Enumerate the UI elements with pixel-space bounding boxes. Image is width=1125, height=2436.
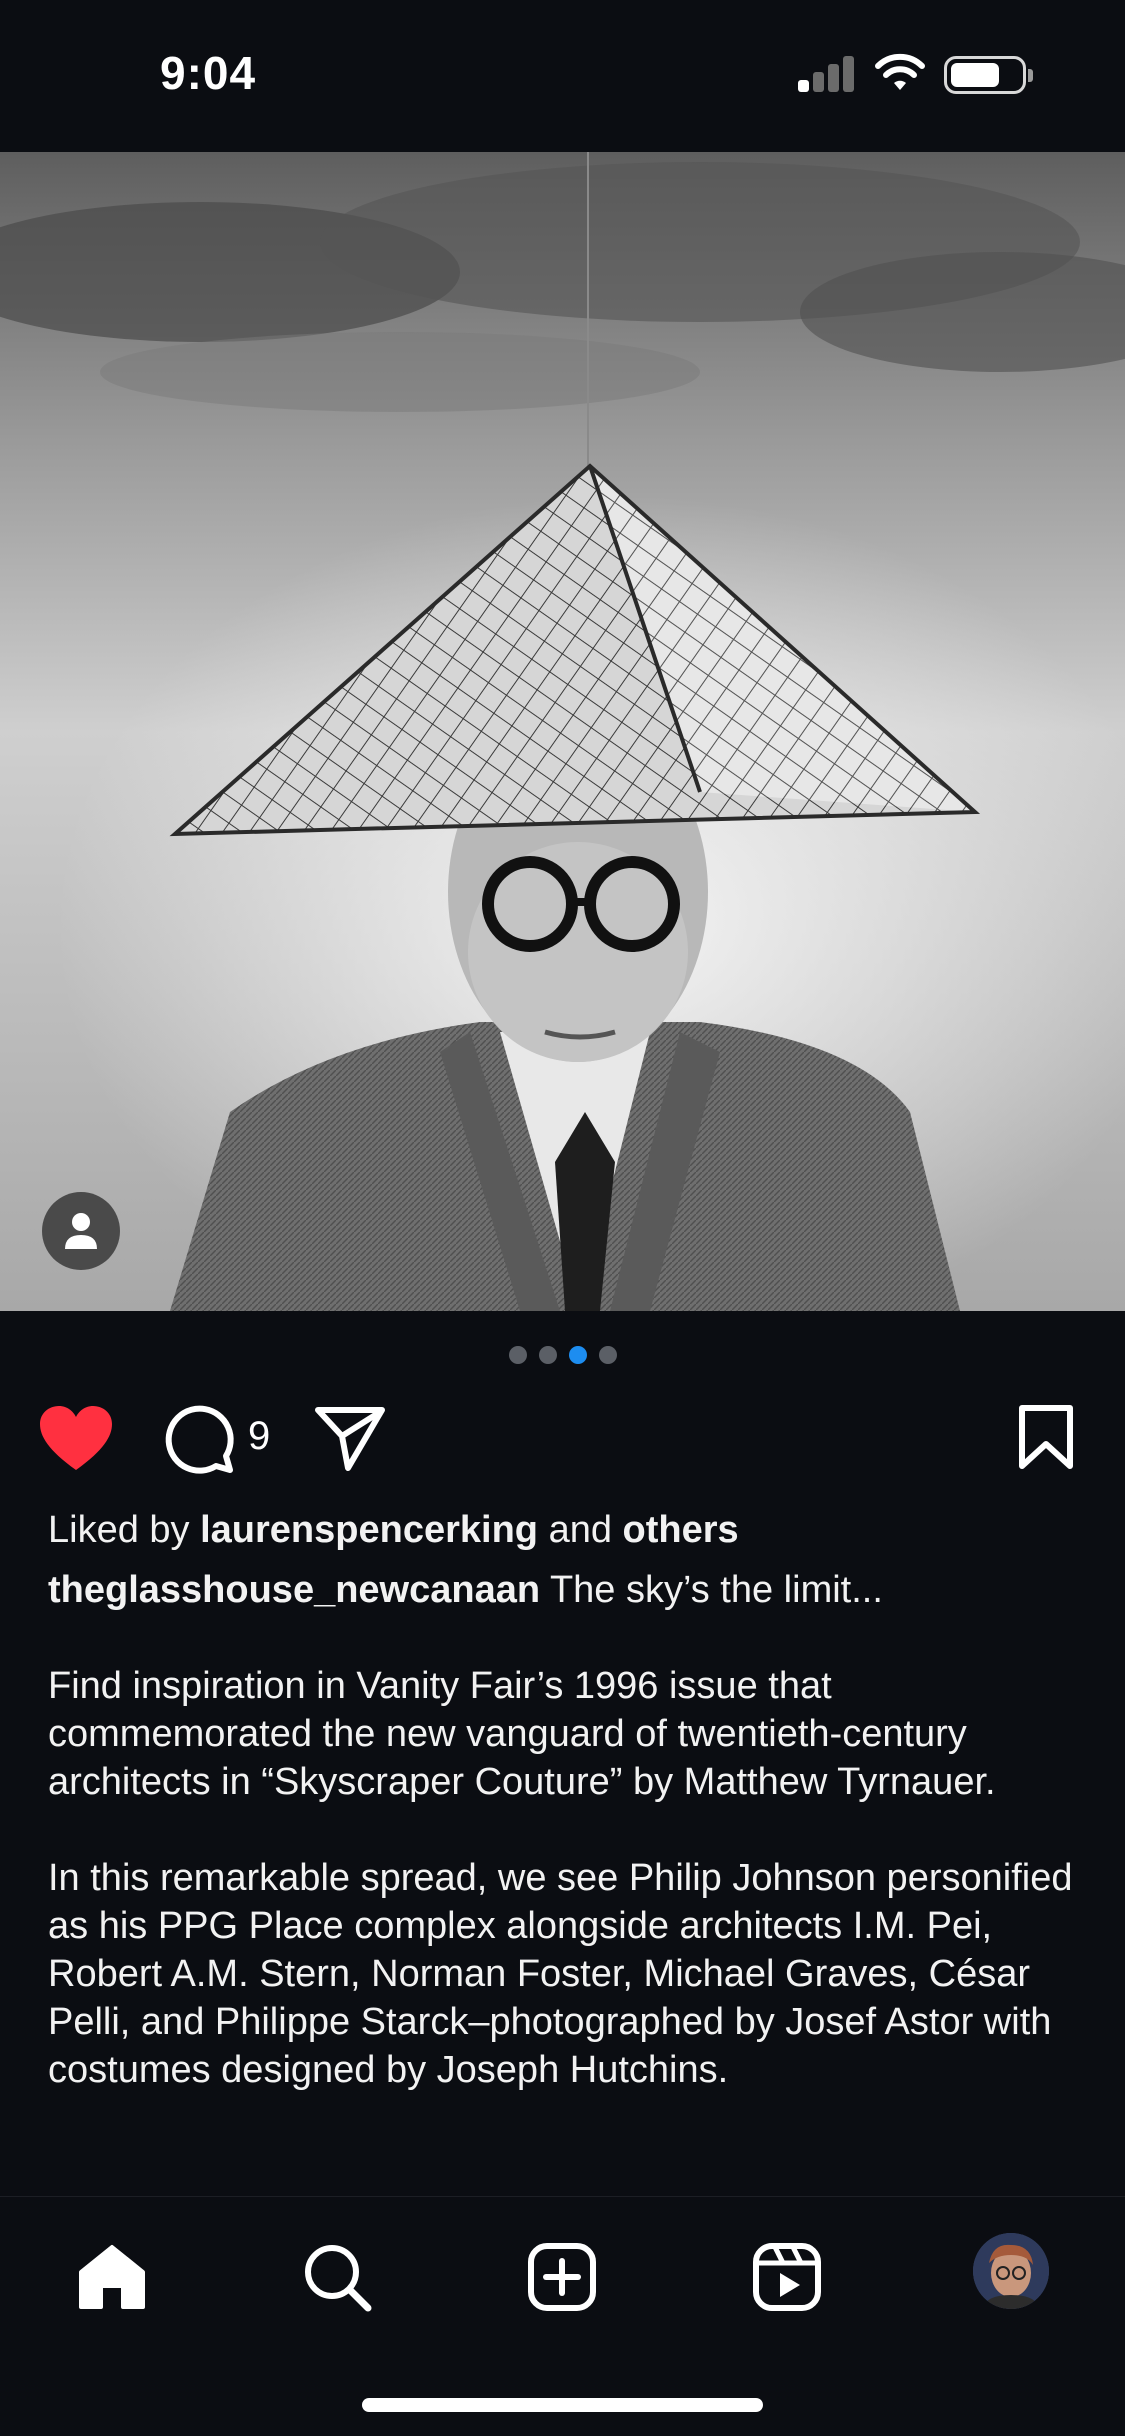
- search-icon[interactable]: [297, 2237, 377, 2317]
- likes-prefix: Liked by: [48, 1509, 190, 1551]
- likes-joiner: and: [548, 1509, 612, 1551]
- likes-others-link[interactable]: others: [623, 1509, 739, 1551]
- likes-line: Liked by laurenspencerking and others: [48, 1506, 1088, 1554]
- carousel-dot: [508, 1346, 527, 1364]
- status-bar: 9:04: [0, 0, 1125, 152]
- post-author-username[interactable]: theglasshouse_newcanaan: [48, 1569, 540, 1611]
- status-time: 9:04: [160, 47, 257, 99]
- create-post-icon[interactable]: [522, 2237, 602, 2317]
- carousel-dot: [598, 1346, 617, 1364]
- photo-illustration: [0, 152, 1125, 1311]
- person-tag-icon: [65, 1213, 97, 1249]
- caption-viewport: Liked by laurenspencerking and others th…: [0, 1490, 1125, 2196]
- caption: Liked by laurenspencerking and others th…: [48, 1506, 1088, 2094]
- reels-icon[interactable]: [747, 2237, 827, 2317]
- carousel-indicator: [0, 1346, 1125, 1366]
- home-icon[interactable]: [72, 2237, 152, 2317]
- bookmark-icon[interactable]: [1016, 1404, 1076, 1475]
- signal-bar: [843, 56, 854, 92]
- signal-bar: [813, 72, 824, 92]
- carousel-dot-active: [568, 1346, 587, 1364]
- instagram-post-screen: 9:04 9 Liked by laurenspencerking and ot…: [0, 0, 1125, 2436]
- signal-bar: [828, 64, 839, 92]
- caption-paragraph-2: In this remarkable spread, we see Philip…: [48, 1857, 1073, 2091]
- comment-count[interactable]: 9: [248, 1414, 270, 1459]
- carousel-dot: [538, 1346, 557, 1364]
- battery-nub: [1028, 69, 1033, 82]
- post-actions: 9: [0, 1400, 1125, 1480]
- home-indicator[interactable]: [362, 2398, 763, 2412]
- comment-icon[interactable]: [164, 1404, 236, 1481]
- cellular-signal-icon: [798, 56, 856, 92]
- battery-fill: [951, 63, 999, 87]
- paper-plane-icon[interactable]: [314, 1406, 386, 1477]
- profile-avatar[interactable]: [973, 2233, 1049, 2309]
- liked-by-username[interactable]: laurenspencerking: [200, 1509, 538, 1551]
- caption-lead: The sky’s the limit...: [549, 1569, 883, 1611]
- signal-bar: [798, 80, 809, 92]
- post-photo[interactable]: [0, 152, 1125, 1311]
- heart-filled-icon[interactable]: [38, 1404, 114, 1477]
- wifi-icon: [874, 52, 926, 94]
- caption-paragraph-1: Find inspiration in Vanity Fair’s 1996 i…: [48, 1665, 996, 1803]
- tagged-people-button[interactable]: [42, 1192, 120, 1270]
- caption-first-line: theglasshouse_newcanaan The sky’s the li…: [48, 1566, 1088, 1614]
- battery-icon: [944, 56, 1033, 94]
